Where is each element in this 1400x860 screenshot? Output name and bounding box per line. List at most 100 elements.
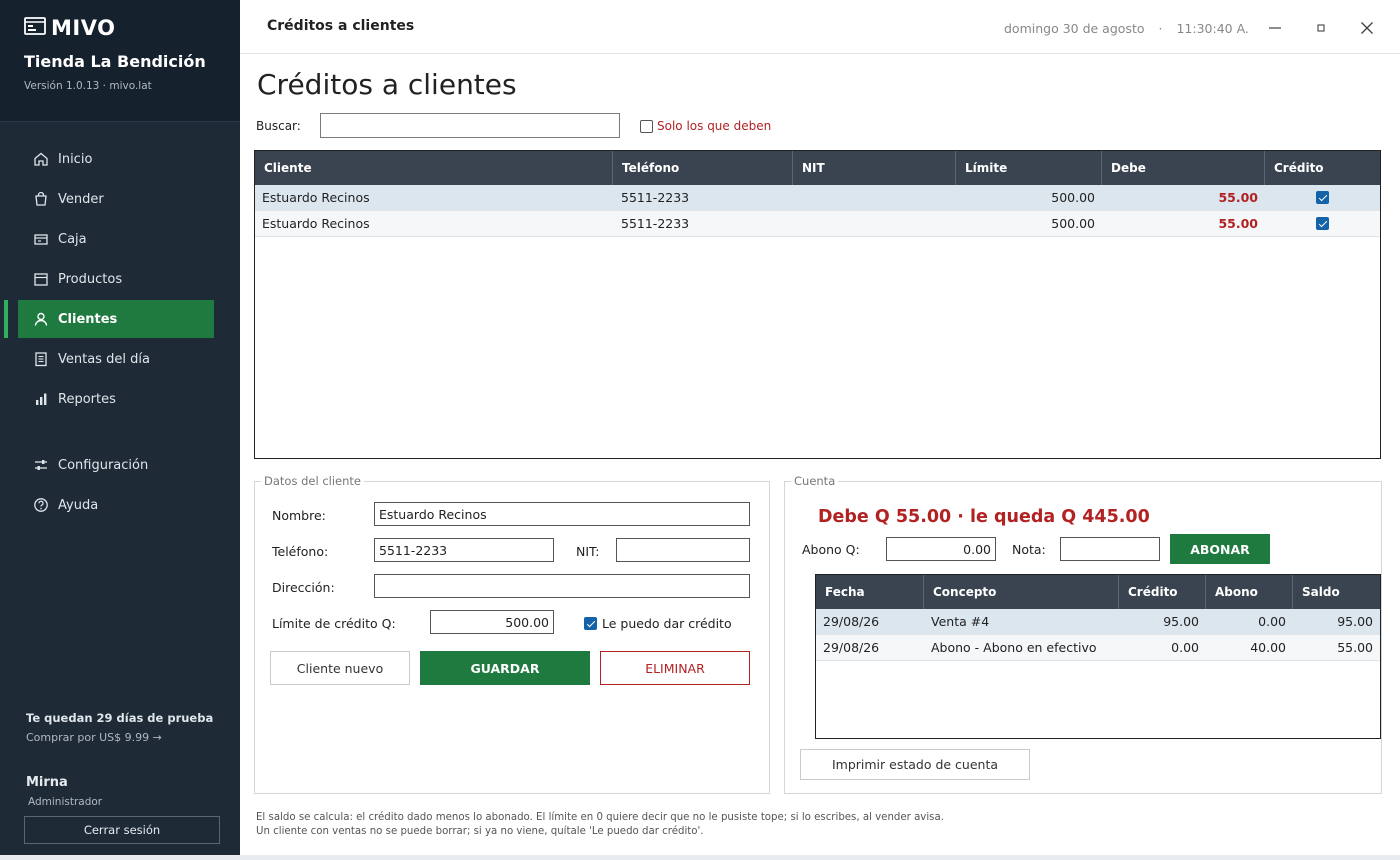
print-statement-button[interactable]: Imprimir estado de cuenta xyxy=(800,749,1030,780)
cell-saldo: 95.00 xyxy=(1337,614,1373,629)
column-header-nit[interactable]: NIT xyxy=(793,151,956,185)
note-label: Nota: xyxy=(1012,542,1046,557)
cell-telefono: 5511-2233 xyxy=(621,190,690,205)
nav-menu: Inicio Vender Caja Productos Clientes Ve… xyxy=(4,140,214,526)
nav-item-clientes[interactable]: Clientes xyxy=(4,300,214,338)
help-footnote: El saldo se calcula: el crédito dado men… xyxy=(256,811,944,839)
credit-limit-field[interactable]: 500.00 xyxy=(430,610,554,634)
nav-item-inicio[interactable]: Inicio xyxy=(18,140,214,178)
nit-field[interactable] xyxy=(616,538,750,562)
column-header-abono[interactable]: Abono xyxy=(1206,575,1293,609)
cell-nit xyxy=(793,185,956,210)
ledger-row[interactable]: 29/08/26 Venta #4 95.00 0.00 95.00 xyxy=(816,609,1380,635)
bag-icon xyxy=(32,190,50,208)
pay-button[interactable]: ABONAR xyxy=(1170,534,1270,564)
table-header: Cliente Teléfono NIT Límite Debe Crédito xyxy=(255,151,1380,185)
phone-field[interactable]: 5511-2233 xyxy=(374,538,554,562)
bar-chart-icon xyxy=(32,390,50,408)
note-field[interactable] xyxy=(1060,537,1160,561)
nav-item-ventas-del-dia[interactable]: Ventas del día xyxy=(18,340,214,378)
maximize-icon[interactable] xyxy=(1307,14,1335,42)
user-role: Administrador xyxy=(28,796,103,808)
nav-item-reportes[interactable]: Reportes xyxy=(18,380,214,418)
debt-filter-checkbox[interactable] xyxy=(640,119,653,133)
date-separator: · xyxy=(1158,21,1163,36)
logout-button[interactable]: Cerrar sesión xyxy=(24,816,220,844)
box-icon xyxy=(32,270,50,288)
sliders-icon xyxy=(32,456,50,474)
name-label: Nombre: xyxy=(272,508,326,523)
column-header-limite[interactable]: Límite xyxy=(956,151,1102,185)
cell-abono: 0.00 xyxy=(1258,614,1286,629)
buy-link[interactable]: Comprar por US$ 9.99 → xyxy=(26,731,213,744)
column-header-credito[interactable]: Crédito xyxy=(1265,151,1380,185)
name-field[interactable]: Estuardo Recinos xyxy=(374,502,750,526)
clock: domingo 30 de agosto · 11:30:40 A. xyxy=(1004,21,1249,36)
column-header-debe[interactable]: Debe xyxy=(1102,151,1265,185)
ledger-row[interactable]: 29/08/26 Abono - Abono en efectivo 0.00 … xyxy=(816,635,1380,661)
payment-label: Abono Q: xyxy=(802,542,860,557)
trial-days: Te quedan 29 días de prueba xyxy=(26,711,214,725)
credit-limit-label: Límite de crédito Q: xyxy=(272,616,396,631)
store-name: Tienda La Bendición xyxy=(24,52,206,71)
search-input[interactable] xyxy=(320,113,620,138)
account-legend: Cuenta xyxy=(791,474,839,488)
cell-limite: 500.00 xyxy=(1051,216,1095,231)
save-button[interactable]: GUARDAR xyxy=(420,651,590,685)
nav-item-configuracion[interactable]: Configuración xyxy=(18,446,214,484)
nav-item-productos[interactable]: Productos xyxy=(18,260,214,298)
table-row[interactable]: Estuardo Recinos 5511-2233 500.00 55.00 xyxy=(255,211,1380,237)
delete-button[interactable]: ELIMINAR xyxy=(600,651,750,685)
allow-credit-checkbox[interactable] xyxy=(584,617,597,630)
minimize-icon[interactable] xyxy=(1261,14,1289,42)
debt-filter-label: Solo los que deben xyxy=(657,119,772,133)
cell-fecha: 29/08/26 xyxy=(823,614,880,629)
close-icon[interactable] xyxy=(1353,14,1381,42)
nav-label: Configuración xyxy=(58,457,149,473)
credit-checkbox[interactable] xyxy=(1316,191,1329,204)
nav-item-vender[interactable]: Vender xyxy=(18,180,214,218)
window-title: Créditos a clientes xyxy=(267,18,415,34)
address-field[interactable] xyxy=(374,574,750,598)
new-client-button[interactable]: Cliente nuevo xyxy=(270,651,410,685)
cell-credito xyxy=(1265,211,1380,236)
nav-separator xyxy=(18,420,214,446)
nav-item-ayuda[interactable]: Ayuda xyxy=(18,486,214,524)
user-name: Mirna xyxy=(26,775,68,790)
column-header-saldo[interactable]: Saldo xyxy=(1293,575,1380,609)
column-header-concepto[interactable]: Concepto xyxy=(924,575,1119,609)
cell-cliente: Estuardo Recinos xyxy=(262,216,370,231)
nav-label: Clientes xyxy=(58,311,118,327)
cell-abono: 40.00 xyxy=(1250,640,1286,655)
allow-credit-toggle[interactable]: Le puedo dar crédito xyxy=(584,616,732,631)
cell-cliente: Estuardo Recinos xyxy=(262,190,370,205)
nav-label: Caja xyxy=(58,231,87,247)
search-label: Buscar: xyxy=(256,119,301,133)
cell-saldo: 55.00 xyxy=(1337,640,1373,655)
cell-credito: 95.00 xyxy=(1163,614,1199,629)
cell-limite: 500.00 xyxy=(1051,190,1095,205)
user-icon xyxy=(32,310,50,328)
trial-notice: Te quedan 29 días de prueba Comprar por … xyxy=(26,711,213,744)
cell-concepto: Abono - Abono en efectivo xyxy=(931,640,1097,655)
column-header-cliente[interactable]: Cliente xyxy=(255,151,613,185)
footnote-line: Un cliente con ventas no se puede borrar… xyxy=(256,826,704,837)
ledger-header: Fecha Concepto Crédito Abono Saldo xyxy=(816,575,1380,609)
help-icon xyxy=(32,496,50,514)
nav-label: Productos xyxy=(58,271,123,287)
logo: MIVO xyxy=(24,16,240,40)
payment-amount-field[interactable]: 0.00 xyxy=(886,537,996,561)
account-panel: Cuenta Debe Q 55.00 · le queda Q 445.00 … xyxy=(784,474,1382,794)
debt-filter-toggle[interactable]: Solo los que deben xyxy=(640,119,771,133)
nav-label: Vender xyxy=(58,191,104,207)
nav-item-caja[interactable]: Caja xyxy=(18,220,214,258)
table-row[interactable]: Estuardo Recinos 5511-2233 500.00 55.00 xyxy=(255,185,1380,211)
date-text: domingo 30 de agosto xyxy=(1004,21,1145,36)
column-header-credito[interactable]: Crédito xyxy=(1119,575,1206,609)
home-icon xyxy=(32,150,50,168)
credit-checkbox[interactable] xyxy=(1316,217,1329,230)
logo-text: MIVO xyxy=(51,16,116,40)
cell-debe: 55.00 xyxy=(1218,190,1258,205)
column-header-telefono[interactable]: Teléfono xyxy=(613,151,793,185)
column-header-fecha[interactable]: Fecha xyxy=(816,575,924,609)
